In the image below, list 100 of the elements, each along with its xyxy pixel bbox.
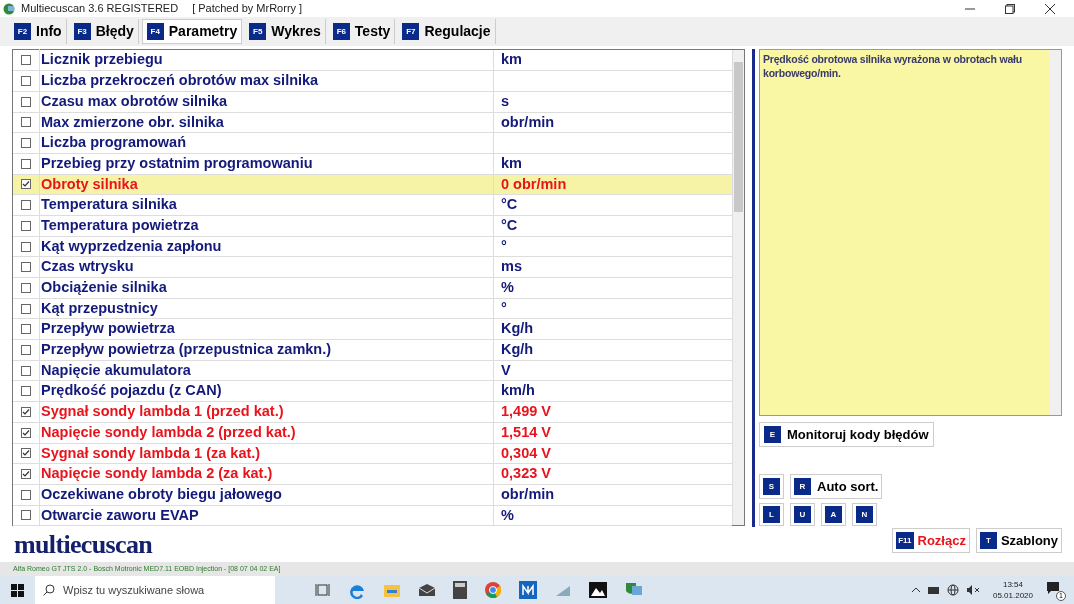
parameter-row[interactable]: Max zmierzone obr. silnika obr/min bbox=[13, 112, 732, 134]
parameter-name: Przepływ powietrza (przepustnica zamkn.) bbox=[39, 339, 493, 361]
key-icon: F4 bbox=[146, 23, 164, 41]
checkbox[interactable] bbox=[21, 427, 31, 438]
windows-start-icon[interactable] bbox=[11, 583, 24, 597]
app-tile-icon[interactable] bbox=[519, 581, 537, 599]
checkbox[interactable] bbox=[21, 220, 31, 231]
key-icon: E bbox=[764, 426, 781, 444]
parameter-row[interactable]: Sygnał sondy lambda 1 (za kat.) 0,304 V bbox=[13, 443, 732, 465]
battery-icon[interactable] bbox=[927, 586, 940, 594]
parameter-row[interactable]: Sygnał sondy lambda 1 (przed kat.) 1,499 V bbox=[13, 402, 732, 423]
parameter-value: % bbox=[501, 505, 514, 525]
checkbox[interactable] bbox=[21, 117, 31, 128]
clock-date: 05.01.2020 bbox=[992, 590, 1033, 601]
parameter-row[interactable]: Czas wtrysku ms bbox=[13, 257, 732, 279]
parameter-row[interactable]: Temperatura powietrza °C bbox=[13, 215, 732, 237]
templates-button[interactable]: T Szablony bbox=[975, 528, 1062, 554]
parameter-row[interactable]: Napięcie sondy lambda 2 (za kat.) 0,323 V bbox=[13, 464, 732, 485]
checkbox[interactable] bbox=[21, 179, 31, 190]
key-icon: R bbox=[794, 478, 811, 496]
parameter-row[interactable]: Kąt wyprzedzenia zapłonu ° bbox=[13, 236, 732, 258]
checkbox[interactable] bbox=[21, 138, 31, 149]
parameter-name: Obciążenie silnika bbox=[39, 277, 493, 299]
calculator-icon[interactable] bbox=[453, 581, 467, 599]
parameter-name: Temperatura powietrza bbox=[39, 214, 493, 237]
disconnect-button[interactable]: F11 Rozłącz bbox=[892, 528, 970, 554]
maximize-icon[interactable] bbox=[1005, 3, 1015, 14]
taskbar-search-field[interactable]: Wpisz tu wyszukiwane słowa bbox=[35, 576, 275, 604]
checkbox[interactable] bbox=[21, 200, 31, 211]
chevron-up-icon[interactable] bbox=[910, 587, 921, 593]
chrome-icon[interactable] bbox=[484, 581, 502, 599]
checkbox[interactable] bbox=[21, 510, 31, 521]
parameter-row[interactable]: Przepływ powietrza (przepustnica zamkn.) Kg/h bbox=[13, 340, 732, 361]
checkbox[interactable] bbox=[21, 344, 31, 355]
photos-icon[interactable] bbox=[589, 582, 607, 598]
parameter-value: V bbox=[501, 360, 511, 380]
parameter-row[interactable]: Obciążenie silnika % bbox=[13, 278, 732, 299]
parameter-name: Liczba programowań bbox=[39, 132, 493, 154]
folder-icon[interactable] bbox=[383, 582, 401, 598]
parameter-value: °C bbox=[501, 195, 518, 215]
checkbox[interactable] bbox=[21, 55, 31, 66]
checkbox[interactable] bbox=[21, 489, 31, 500]
parameter-row[interactable]: Otwarcie zaworu EVAP % bbox=[13, 505, 732, 527]
parameter-name: Sygnał sondy lambda 1 (przed kat.) bbox=[39, 401, 493, 423]
parameter-value: Kg/h bbox=[501, 340, 534, 360]
key-icon: F11 bbox=[896, 532, 914, 550]
window-subtitle: [ Patched by MrRorry ] bbox=[192, 1, 303, 17]
parameter-row[interactable]: Napięcie sondy lambda 2 (przed kat.) 1,514 V bbox=[13, 422, 732, 444]
close-icon[interactable] bbox=[1045, 3, 1055, 14]
monitor-button[interactable]: E Monitoruj kody błędów bbox=[759, 422, 934, 448]
checkbox[interactable] bbox=[21, 282, 31, 293]
scrollbar[interactable] bbox=[732, 50, 744, 526]
parameter-name: Liczba przekroczeń obrotów max silnika bbox=[39, 70, 493, 92]
key-icon: T bbox=[979, 532, 997, 550]
search-icon bbox=[43, 584, 55, 596]
clock-time: 13:54 bbox=[1002, 579, 1023, 590]
checkbox[interactable] bbox=[21, 324, 31, 335]
mail-icon[interactable] bbox=[418, 583, 436, 597]
checkbox[interactable] bbox=[21, 241, 31, 252]
parameter-value: obr/min bbox=[501, 484, 555, 504]
parameter-row[interactable]: Obroty silnika 0 obr/min bbox=[13, 174, 732, 196]
parameter-value: km bbox=[501, 153, 522, 173]
task-view-icon[interactable] bbox=[315, 583, 331, 597]
window-title: Multiecuscan 3.6 REGISTERED bbox=[21, 1, 179, 17]
parameter-row[interactable]: Przepływ powietrza Kg/h bbox=[13, 319, 732, 341]
parameter-name: Przebieg przy ostatnim programowaniu bbox=[39, 152, 493, 175]
checkbox[interactable] bbox=[21, 158, 31, 169]
sort-button[interactable]: R Auto sort. bbox=[790, 474, 883, 500]
parameter-row[interactable]: Prędkość pojazdu (z CAN) km/h bbox=[13, 381, 732, 403]
parameter-row[interactable]: Czasu max obrotów silnika s bbox=[13, 91, 732, 113]
key-icon: F3 bbox=[73, 23, 91, 41]
parameter-value: % bbox=[501, 278, 514, 297]
checkbox[interactable] bbox=[21, 469, 31, 480]
parameter-value: ° bbox=[501, 236, 507, 256]
tab[interactable]: F4 Parametry bbox=[141, 19, 243, 45]
parameter-row[interactable]: Liczba programowań bbox=[13, 133, 732, 154]
checkbox[interactable] bbox=[21, 262, 31, 273]
checkbox[interactable] bbox=[21, 407, 31, 417]
parameter-value: 0 obr/min bbox=[501, 174, 567, 194]
parameter-row[interactable]: Kąt przepustnicy ° bbox=[13, 298, 732, 320]
checkbox[interactable] bbox=[21, 76, 31, 86]
scrollbar[interactable] bbox=[1049, 50, 1061, 416]
notification-icon[interactable] bbox=[1046, 581, 1060, 595]
mute-speaker-icon[interactable] bbox=[965, 585, 980, 595]
checkbox[interactable] bbox=[21, 386, 31, 397]
parameter-row[interactable]: Napięcie akumulatora V bbox=[13, 360, 732, 382]
globe-icon[interactable] bbox=[946, 584, 959, 596]
checkbox[interactable] bbox=[21, 365, 31, 376]
parameter-row[interactable]: Temperatura silnika °C bbox=[13, 195, 732, 216]
search-placeholder: Wpisz tu wyszukiwane słowa bbox=[63, 582, 205, 598]
parameter-value: 1,514 V bbox=[501, 422, 551, 442]
parameter-row[interactable]: Oczekiwane obroty biegu jałowego obr/min bbox=[13, 484, 732, 506]
checkbox[interactable] bbox=[21, 96, 31, 107]
parameter-value: °C bbox=[501, 215, 518, 235]
parameter-row[interactable]: Liczba przekroczeń obrotów max silnika bbox=[13, 71, 732, 92]
parameter-value: obr/min bbox=[501, 112, 555, 132]
checkbox[interactable] bbox=[21, 303, 31, 314]
parameter-row[interactable]: Przebieg przy ostatnim programowaniu km bbox=[13, 153, 732, 175]
parameter-row[interactable]: Licznik przebiegu km bbox=[13, 50, 732, 72]
checkbox[interactable] bbox=[21, 448, 31, 459]
